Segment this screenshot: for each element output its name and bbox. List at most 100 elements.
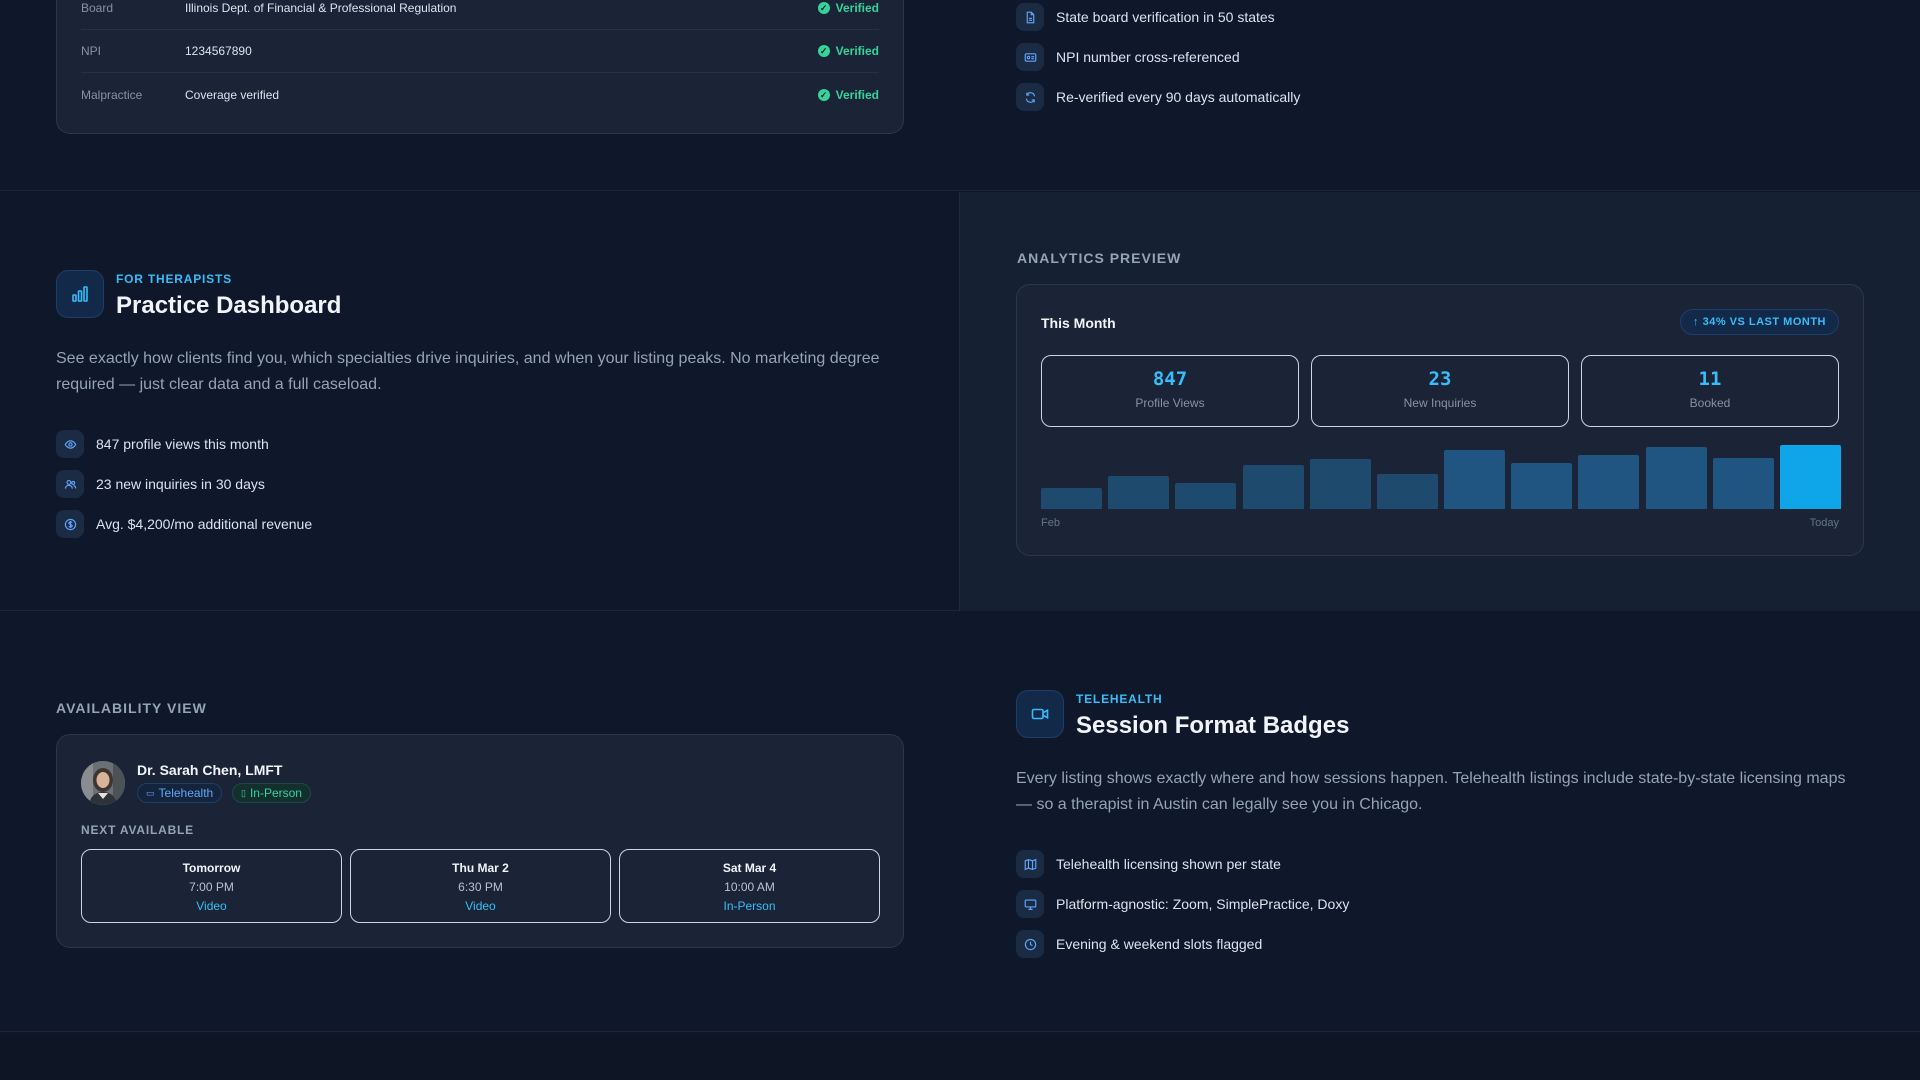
stat-label: Booked bbox=[1689, 396, 1731, 410]
stat-label: New Inquiries bbox=[1403, 396, 1477, 410]
check-icon: ✓ bbox=[817, 2, 830, 14]
map-icon bbox=[1016, 850, 1044, 878]
clock-icon bbox=[1016, 930, 1044, 958]
telehealth-tag: ▭ Telehealth bbox=[137, 783, 223, 803]
feature-text: 847 profile views this month bbox=[96, 436, 269, 452]
check-icon: ✓ bbox=[817, 88, 830, 101]
refresh-icon bbox=[1016, 83, 1044, 111]
feature-text: Evening & weekend slots flagged bbox=[1056, 936, 1263, 952]
monitor-icon bbox=[1016, 890, 1044, 918]
list-item: Telehealth licensing shown per state bbox=[1016, 844, 1349, 884]
chart-bar bbox=[1712, 458, 1774, 509]
verification-feature-list: State board verification in 50 states NP… bbox=[1016, 0, 1300, 117]
badge-label: Verified bbox=[835, 1, 879, 15]
verification-row-malpractice: Malpractice Coverage verified ✓ Verified bbox=[81, 73, 879, 116]
verification-section: Board Illinois Dept. of Financial & Prof… bbox=[0, 0, 1920, 191]
row-label: Board bbox=[81, 1, 114, 15]
verified-badge: ✓ Verified bbox=[817, 87, 879, 102]
time-slot[interactable]: Thu Mar 2 6:30 PM Video bbox=[350, 849, 611, 923]
list-item: Platform-agnostic: Zoom, SimplePractice,… bbox=[1016, 884, 1349, 924]
stat-value: 23 bbox=[1428, 368, 1452, 390]
section-description: See exactly how clients find you, which … bbox=[56, 350, 880, 393]
id-card-icon bbox=[1016, 43, 1044, 71]
slot-day: Tomorrow bbox=[182, 861, 241, 875]
availability-card: Dr. Sarah Chen, LMFT ▭ Telehealth ▯ In-P… bbox=[56, 734, 904, 948]
feature-text: Telehealth licensing shown per state bbox=[1056, 856, 1281, 872]
section-title: Session Format Badges bbox=[1076, 712, 1350, 739]
tag-label: In-Person bbox=[249, 786, 302, 800]
list-item: NPI number cross-referenced bbox=[1016, 37, 1300, 77]
slot-format: Video bbox=[196, 899, 227, 913]
bar-chart-icon bbox=[56, 270, 104, 318]
list-item: 23 new inquiries in 30 days bbox=[56, 464, 312, 504]
dashboard-feature-list: 847 profile views this month 23 new inqu… bbox=[56, 424, 312, 544]
slot-format: In-Person bbox=[723, 899, 776, 913]
growth-badge: ↑ 34% VS LAST MONTH bbox=[1680, 309, 1839, 335]
feature-text: 23 new inquiries in 30 days bbox=[96, 476, 265, 492]
chart-bar bbox=[1444, 450, 1506, 509]
document-icon bbox=[1016, 3, 1044, 31]
slot-time: 7:00 PM bbox=[189, 880, 234, 894]
stat-label: Profile Views bbox=[1135, 396, 1205, 410]
avatar bbox=[81, 761, 125, 805]
chart-bar bbox=[1376, 473, 1438, 509]
feature-text: NPI number cross-referenced bbox=[1056, 49, 1240, 65]
telehealth-feature-list: Telehealth licensing shown per state Pla… bbox=[1016, 844, 1349, 964]
verification-row-board: Board Illinois Dept. of Financial & Prof… bbox=[81, 0, 879, 30]
in-person-tag: ▯ In-Person bbox=[232, 783, 311, 803]
analytics-section-label: ANALYTICS PREVIEW bbox=[1017, 250, 1182, 266]
video-camera-icon bbox=[1016, 690, 1064, 738]
verified-badge: ✓ Verified bbox=[817, 44, 879, 58]
next-available-label: NEXT AVAILABLE bbox=[81, 823, 194, 837]
eye-icon bbox=[56, 430, 84, 458]
chart-bar bbox=[1309, 459, 1371, 509]
section-title: Practice Dashboard bbox=[116, 292, 342, 319]
feature-text: Avg. $4,200/mo additional revenue bbox=[96, 516, 313, 532]
axis-end-label: Today bbox=[1809, 517, 1839, 529]
video-icon: ▭ bbox=[146, 787, 155, 798]
views-bar-chart bbox=[1041, 445, 1841, 509]
list-item: Re-verified every 90 days automatically bbox=[1016, 77, 1300, 117]
verification-row-npi: NPI 1234567890 ✓ Verified bbox=[81, 30, 879, 73]
tag-label: Telehealth bbox=[158, 786, 214, 800]
slot-format: Video bbox=[465, 899, 496, 913]
row-value: Illinois Dept. of Financial & Profession… bbox=[185, 1, 457, 15]
check-icon: ✓ bbox=[817, 45, 830, 57]
chart-bar bbox=[1578, 454, 1640, 509]
slot-day: Sat Mar 4 bbox=[722, 861, 777, 875]
time-slot[interactable]: Tomorrow 7:00 PM Video bbox=[81, 849, 342, 923]
stat-value: 847 bbox=[1152, 368, 1188, 390]
building-icon: ▯ bbox=[241, 787, 246, 798]
stat-booked: 11 Booked bbox=[1581, 355, 1839, 427]
section-description: Every listing shows exactly where and ho… bbox=[1016, 770, 1846, 813]
time-slot[interactable]: Sat Mar 4 10:00 AM In-Person bbox=[619, 849, 880, 923]
slot-time: 6:30 PM bbox=[458, 880, 503, 894]
chart-bar bbox=[1511, 462, 1573, 509]
chart-bar bbox=[1780, 445, 1841, 509]
chart-bar bbox=[1175, 483, 1237, 509]
next-section-edge bbox=[0, 1033, 1920, 1080]
verification-card: Board Illinois Dept. of Financial & Prof… bbox=[56, 0, 904, 134]
badge-label: Verified bbox=[835, 87, 879, 102]
axis-start-label: Feb bbox=[1041, 517, 1060, 529]
analytics-card-title: This Month bbox=[1041, 315, 1116, 331]
verified-badge: ✓ Verified bbox=[817, 1, 879, 15]
row-value: Coverage verified bbox=[185, 87, 280, 102]
row-label: Malpractice bbox=[81, 87, 143, 102]
stat-value: 11 bbox=[1698, 368, 1722, 390]
dollar-icon bbox=[56, 510, 84, 538]
users-icon bbox=[56, 470, 84, 498]
chart-bar bbox=[1108, 475, 1170, 509]
feature-text: Re-verified every 90 days automatically bbox=[1056, 89, 1301, 105]
slot-time: 10:00 AM bbox=[724, 880, 775, 894]
chart-bar bbox=[1041, 487, 1102, 509]
availability-section-label: AVAILABILITY VIEW bbox=[56, 700, 207, 716]
list-item: Avg. $4,200/mo additional revenue bbox=[56, 504, 312, 544]
list-item: State board verification in 50 states bbox=[1016, 0, 1300, 37]
feature-text: Platform-agnostic: Zoom, SimplePractice,… bbox=[1056, 896, 1350, 912]
section-eyebrow: FOR THERAPISTS bbox=[116, 272, 232, 286]
slot-day: Thu Mar 2 bbox=[452, 861, 509, 875]
chart-bar bbox=[1242, 465, 1304, 509]
chart-bar bbox=[1645, 446, 1707, 509]
list-item: 847 profile views this month bbox=[56, 424, 312, 464]
